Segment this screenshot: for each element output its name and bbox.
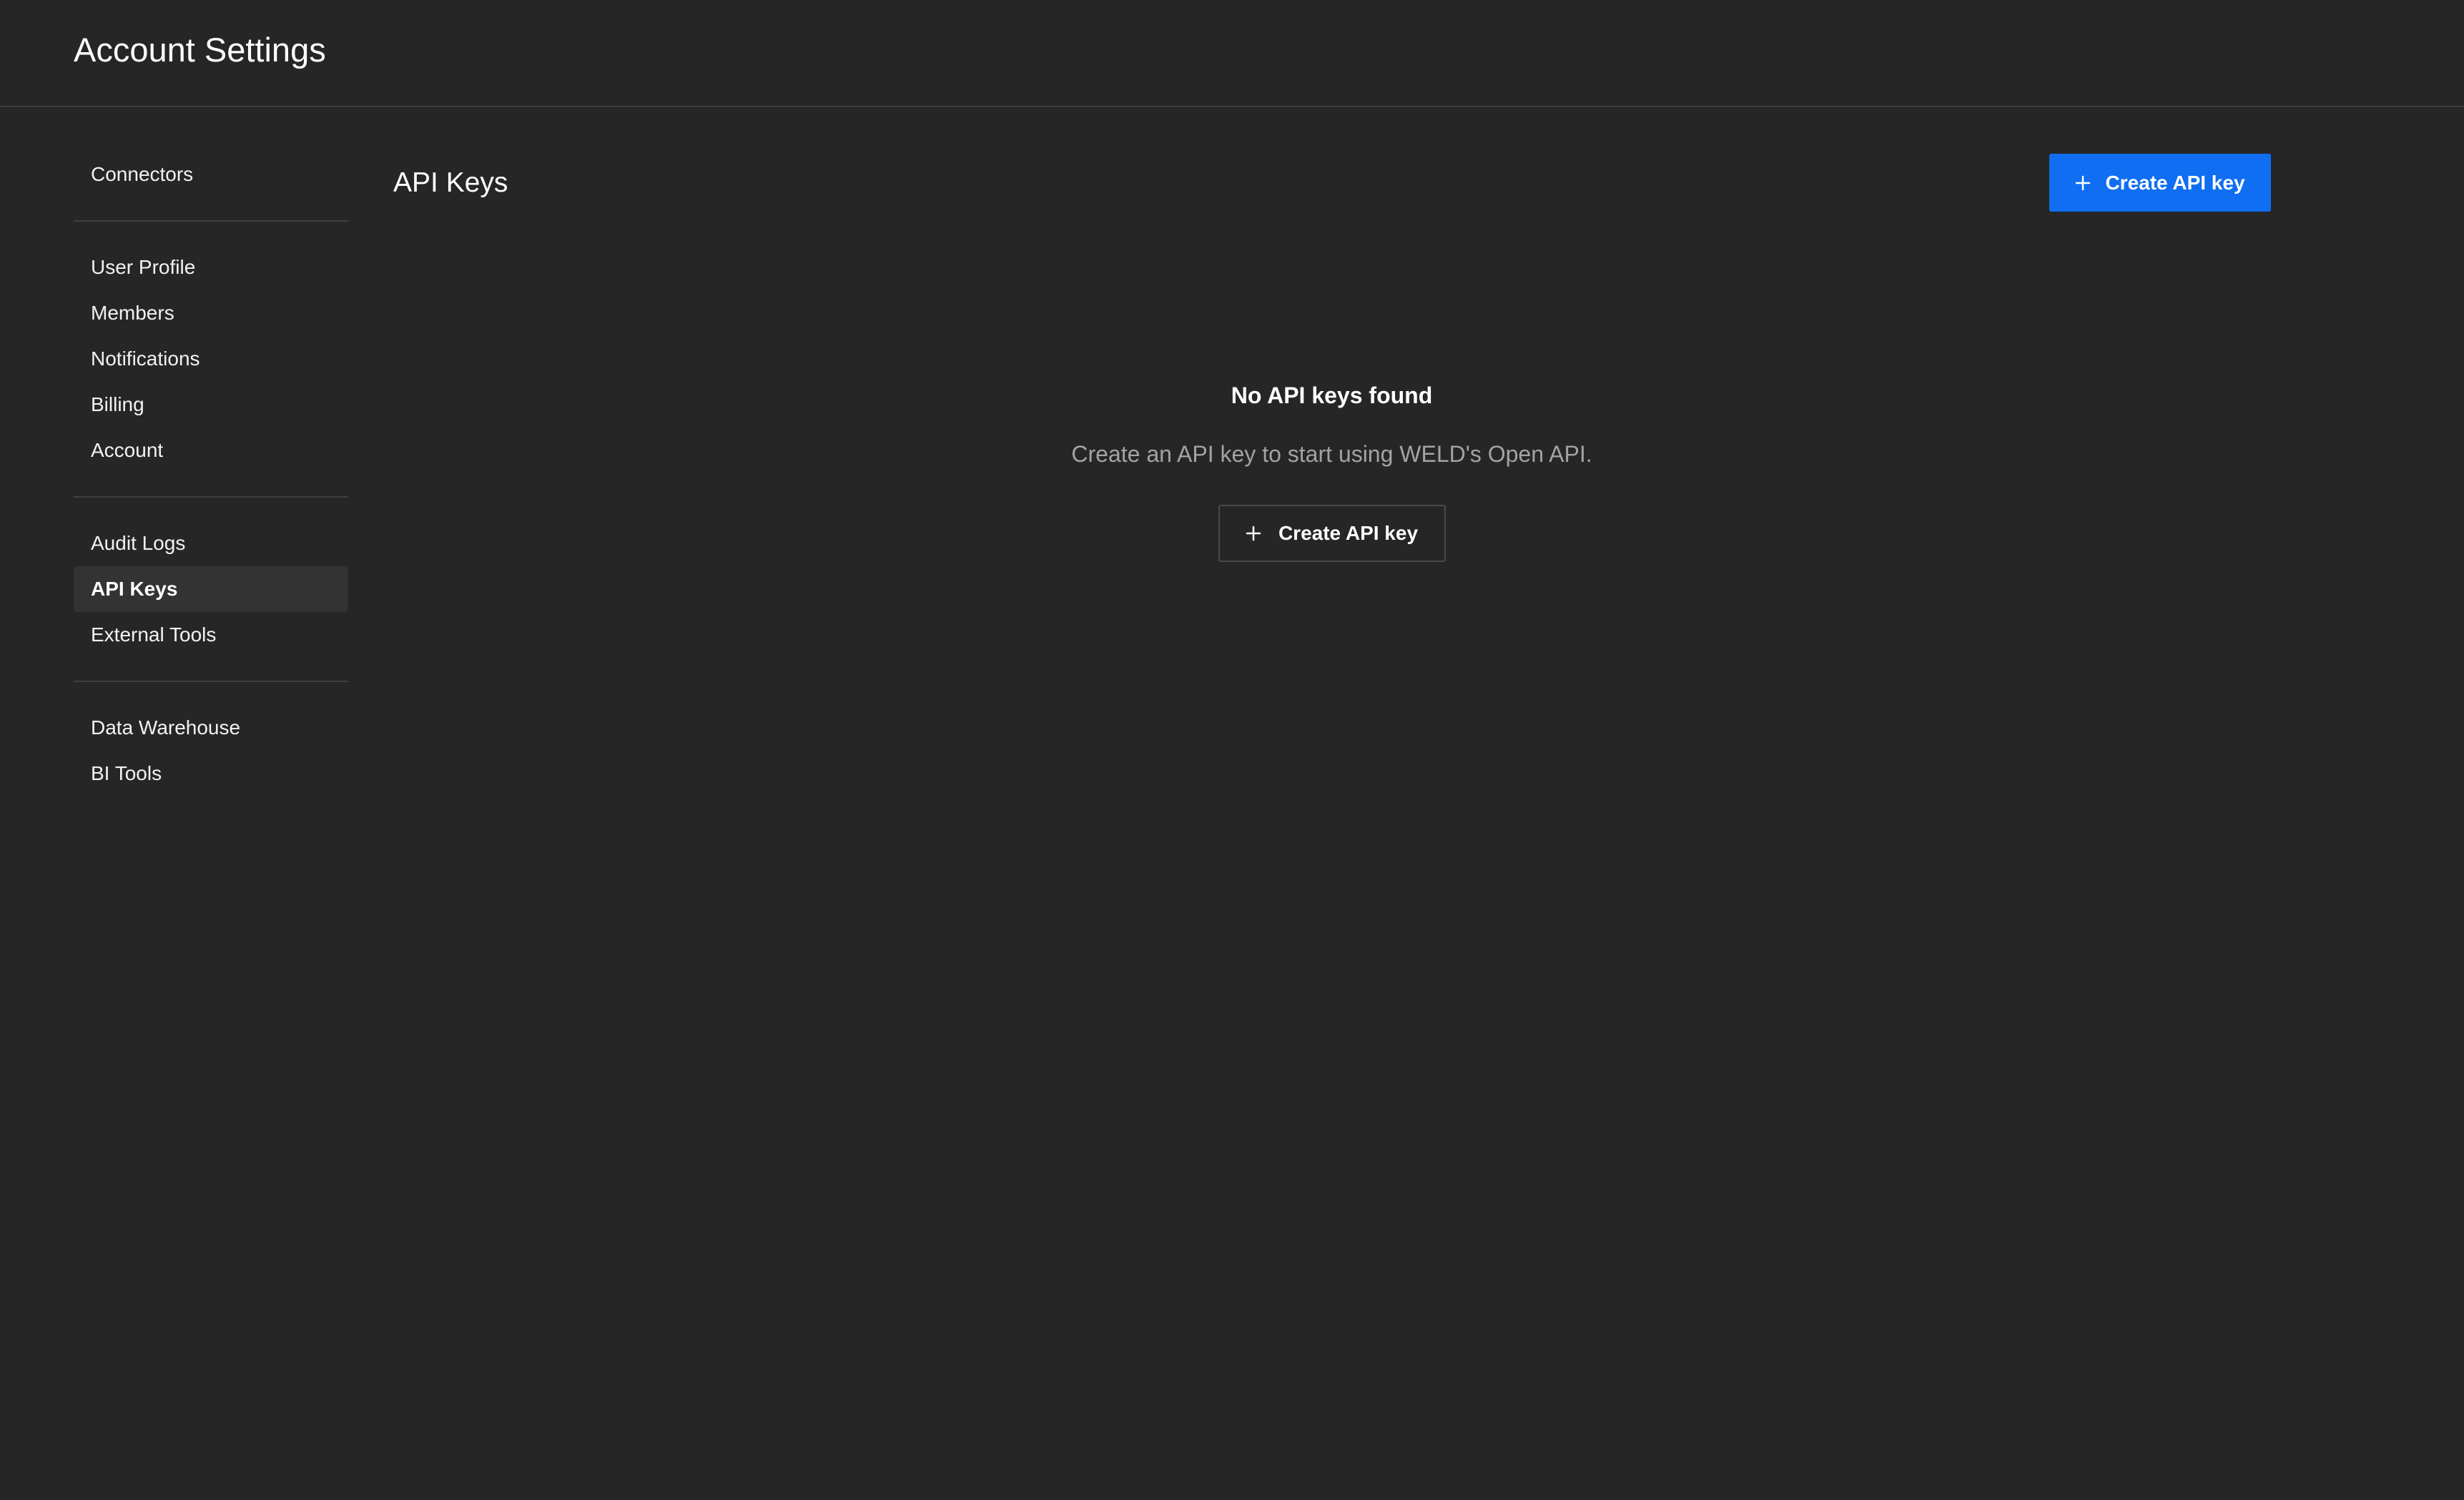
sidebar-group-connectors: Connectors bbox=[74, 152, 348, 197]
create-api-key-button[interactable]: Create API key bbox=[2049, 154, 2271, 212]
plus-icon bbox=[2076, 175, 2091, 190]
sidebar-item-account[interactable]: Account bbox=[74, 428, 348, 473]
sidebar-group-integrations: Data Warehouse BI Tools bbox=[74, 705, 348, 796]
sidebar-item-notifications[interactable]: Notifications bbox=[74, 336, 348, 382]
sidebar-divider bbox=[74, 220, 348, 222]
sidebar-item-billing[interactable]: Billing bbox=[74, 382, 348, 428]
empty-state-title: No API keys found bbox=[1231, 383, 1433, 408]
page-title: API Keys bbox=[393, 167, 508, 198]
plus-icon bbox=[1246, 526, 1261, 541]
sidebar-item-api-keys[interactable]: API Keys bbox=[74, 566, 348, 612]
sidebar-item-audit-logs[interactable]: Audit Logs bbox=[74, 520, 348, 566]
page-header-title: Account Settings bbox=[74, 31, 326, 69]
sidebar-item-data-warehouse[interactable]: Data Warehouse bbox=[74, 705, 348, 751]
settings-sidebar: Connectors User Profile Members Notifica… bbox=[74, 152, 348, 796]
header: Account Settings bbox=[0, 0, 2464, 107]
sidebar-group-account: User Profile Members Notifications Billi… bbox=[74, 245, 348, 473]
sidebar-item-connectors[interactable]: Connectors bbox=[74, 152, 348, 197]
empty-state: No API keys found Create an API key to s… bbox=[1001, 372, 1662, 562]
create-api-key-button-label: Create API key bbox=[2105, 171, 2245, 194]
sidebar-item-members[interactable]: Members bbox=[74, 290, 348, 336]
sidebar-divider bbox=[74, 496, 348, 498]
sidebar-group-developer: Audit Logs API Keys External Tools bbox=[74, 520, 348, 658]
sidebar-divider bbox=[74, 681, 348, 682]
empty-state-create-button-label: Create API key bbox=[1278, 522, 1419, 544]
sidebar-item-external-tools[interactable]: External Tools bbox=[74, 612, 348, 658]
sidebar-item-user-profile[interactable]: User Profile bbox=[74, 245, 348, 290]
empty-state-create-api-key-button[interactable]: Create API key bbox=[1218, 505, 1446, 562]
empty-state-description: Create an API key to start using WELD's … bbox=[1071, 441, 1592, 467]
sidebar-item-bi-tools[interactable]: BI Tools bbox=[74, 751, 348, 796]
